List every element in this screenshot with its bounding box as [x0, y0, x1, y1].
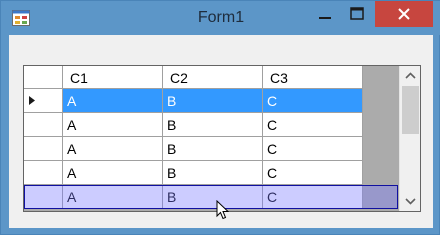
table-cell[interactable]: C: [263, 161, 363, 185]
table-cell[interactable]: B: [163, 185, 263, 209]
window: Form1 C1 C2 C3 A B C A B C A B C A B C A…: [0, 0, 440, 235]
scroll-down-button[interactable]: [400, 191, 420, 211]
table-cell[interactable]: C: [263, 113, 363, 137]
column-header-c2[interactable]: C2: [163, 66, 263, 89]
table-cell[interactable]: B: [163, 113, 263, 137]
close-icon: [398, 8, 410, 20]
column-header-c3[interactable]: C3: [263, 66, 363, 89]
minimize-icon: [319, 17, 331, 19]
minimize-button[interactable]: [309, 1, 341, 27]
title-bar[interactable]: Form1: [1, 1, 440, 35]
scroll-thumb[interactable]: [402, 86, 419, 134]
row-header[interactable]: [24, 137, 63, 161]
table-cell[interactable]: C: [263, 185, 363, 209]
row-header[interactable]: [24, 161, 63, 185]
table-row[interactable]: A B C: [24, 185, 363, 209]
table-cell[interactable]: C: [263, 137, 363, 161]
column-header-row: C1 C2 C3: [24, 66, 363, 89]
cursor-icon: [216, 200, 230, 220]
close-button[interactable]: [375, 1, 433, 27]
row-header[interactable]: [24, 113, 63, 137]
table-cell[interactable]: C: [263, 89, 363, 113]
table-row[interactable]: A B C: [24, 89, 363, 113]
table-cell[interactable]: A: [63, 89, 163, 113]
table-cell[interactable]: A: [63, 137, 163, 161]
table-row[interactable]: A B C: [24, 137, 363, 161]
table-row[interactable]: A B C: [24, 161, 363, 185]
maximize-button[interactable]: [341, 1, 373, 27]
scroll-down-icon: [405, 198, 416, 205]
table-cell[interactable]: A: [63, 185, 163, 209]
row-arrow-icon: [29, 96, 35, 105]
row-header[interactable]: [24, 185, 63, 209]
data-grid[interactable]: C1 C2 C3 A B C A B C A B C A B C A B C: [23, 65, 421, 212]
table-cell[interactable]: B: [163, 89, 263, 113]
column-header-c1[interactable]: C1: [63, 66, 163, 89]
vertical-scrollbar[interactable]: [399, 66, 420, 211]
grid-corner-cell[interactable]: [24, 66, 63, 89]
scroll-up-button[interactable]: [400, 66, 420, 86]
row-header[interactable]: [24, 89, 63, 113]
table-cell[interactable]: B: [163, 137, 263, 161]
scroll-up-icon: [405, 72, 416, 79]
table-row[interactable]: A B C: [24, 113, 363, 137]
table-cell[interactable]: B: [163, 161, 263, 185]
maximize-icon: [350, 7, 364, 20]
table-cell[interactable]: A: [63, 161, 163, 185]
table-cell[interactable]: A: [63, 113, 163, 137]
